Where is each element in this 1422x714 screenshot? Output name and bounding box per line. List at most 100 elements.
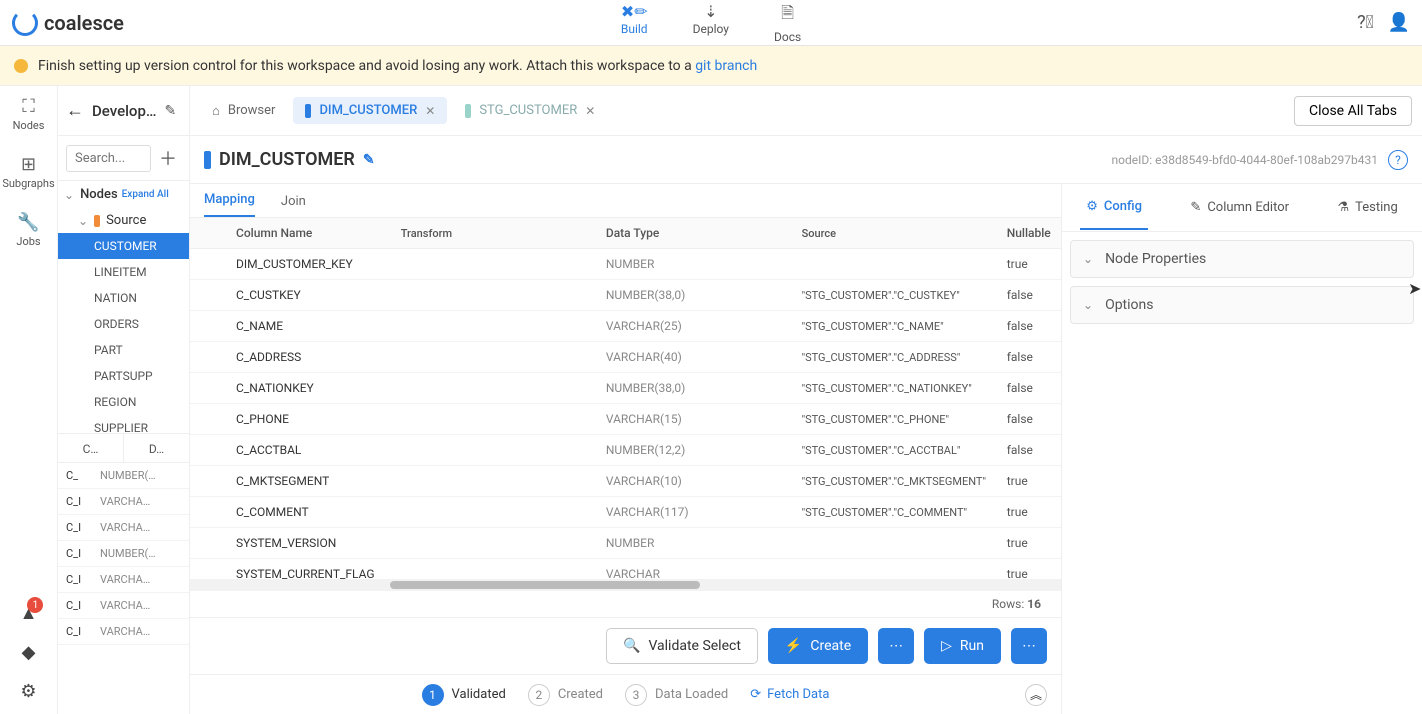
wrench-icon: ✖✏: [621, 2, 648, 21]
tree-leaf[interactable]: NATION: [58, 285, 189, 311]
column-list-item[interactable]: C_NUMBER(…: [58, 463, 189, 489]
tab-browser[interactable]: ⌂ Browser: [200, 97, 287, 125]
table-row[interactable]: SYSTEM_CURRENT_FLAGVARCHARtrue: [190, 559, 1061, 580]
column-list-item[interactable]: C_IVARCHA…: [58, 619, 189, 645]
header-data-type[interactable]: Data Type: [596, 218, 792, 249]
user-icon[interactable]: 👤: [1388, 12, 1410, 33]
close-tab-icon[interactable]: ✕: [425, 104, 435, 118]
deploy-icon: ⇣: [704, 2, 717, 21]
tab-dim-customer[interactable]: DIM_CUSTOMER ✕: [293, 97, 447, 124]
table-row[interactable]: C_CUSTKEYNUMBER(38,0)"STG_CUSTOMER"."C_C…: [190, 280, 1061, 311]
docs-icon: 🗎: [781, 2, 794, 29]
git-icon[interactable]: ◆: [22, 642, 36, 663]
tab-join[interactable]: Join: [281, 194, 306, 217]
horizontal-scrollbar[interactable]: [190, 579, 1061, 591]
logo-swirl-icon: [12, 10, 38, 36]
rtab-config[interactable]: ⚙ Config: [1080, 185, 1148, 230]
column-list-item[interactable]: C_IVARCHA…: [58, 515, 189, 541]
table-row[interactable]: C_NAMEVARCHAR(25)"STG_CUSTOMER"."C_NAME"…: [190, 311, 1061, 342]
git-branch-link[interactable]: git branch: [695, 58, 757, 74]
back-button[interactable]: ←: [66, 100, 84, 121]
nav-deploy[interactable]: ⇣ Deploy: [693, 2, 729, 44]
table-row[interactable]: DIM_CUSTOMER_KEYNUMBERtrue: [190, 249, 1061, 280]
tree-leaf[interactable]: SUPPLIER: [58, 415, 189, 433]
table-row[interactable]: C_COMMENTVARCHAR(117)"STG_CUSTOMER"."C_C…: [190, 497, 1061, 528]
minitab-d[interactable]: D…: [124, 434, 189, 462]
version-control-banner: Finish setting up version control for th…: [0, 46, 1422, 86]
run-button[interactable]: ▷ Run: [924, 628, 1001, 664]
tree-leaf[interactable]: CUSTOMER: [58, 233, 189, 259]
rtab-testing[interactable]: ⚗ Testing: [1331, 186, 1403, 229]
node-help-icon[interactable]: ?: [1388, 150, 1408, 170]
fetch-data-button[interactable]: ⟳ Fetch Data: [750, 687, 829, 702]
nodes-icon: ⛶: [22, 96, 35, 117]
node-badge-icon: [305, 104, 311, 118]
expand-all-link[interactable]: Expand All: [122, 189, 169, 200]
column-list-item[interactable]: C_IVARCHA…: [58, 593, 189, 619]
bolt-icon: ⚡: [785, 638, 802, 654]
column-list-item[interactable]: C_IVARCHA…: [58, 567, 189, 593]
table-row[interactable]: C_ACCTBALNUMBER(12,2)"STG_CUSTOMER"."C_A…: [190, 435, 1061, 466]
edit-title-icon[interactable]: ✎: [165, 103, 177, 119]
nav-docs[interactable]: 🗎 Docs: [774, 2, 801, 44]
table-row[interactable]: C_ADDRESSVARCHAR(40)"STG_CUSTOMER"."C_AD…: [190, 342, 1061, 373]
tree-root[interactable]: ⌄ Nodes Expand All: [58, 181, 189, 208]
accordion-options[interactable]: ⌄ Options: [1070, 286, 1414, 324]
step-validated: 1Validated: [422, 684, 506, 706]
tree-source[interactable]: ⌄ Source: [58, 208, 189, 233]
search-input[interactable]: [66, 145, 151, 172]
tree-leaf[interactable]: PARTSUPP: [58, 363, 189, 389]
brand-logo[interactable]: coalesce: [12, 10, 124, 36]
header-column-name[interactable]: Column Name: [190, 218, 391, 249]
table-row[interactable]: SYSTEM_VERSIONNUMBERtrue: [190, 528, 1061, 559]
search-icon: 🔍: [623, 638, 640, 654]
chevron-down-icon: ⌄: [64, 188, 74, 202]
step-data-loaded: 3Data Loaded: [625, 684, 728, 706]
alerts-icon[interactable]: ▲1: [20, 603, 38, 624]
scrollbar-thumb[interactable]: [390, 581, 700, 589]
table-row[interactable]: C_NATIONKEYNUMBER(38,0)"STG_CUSTOMER"."C…: [190, 373, 1061, 404]
tree-leaf[interactable]: ORDERS: [58, 311, 189, 337]
expand-status-button[interactable]: ︽: [1025, 684, 1047, 706]
rtab-column-editor[interactable]: ✎ Column Editor: [1184, 186, 1295, 229]
column-list-item[interactable]: C_INUMBER(…: [58, 541, 189, 567]
workspace-title: Develop…: [92, 102, 157, 120]
rail-subgraphs[interactable]: ⊞ Subgraphs: [2, 154, 54, 190]
chevron-down-icon: ⌄: [1083, 252, 1093, 266]
home-icon: ⌂: [212, 103, 220, 119]
node-id-label: nodeID: e38d8549-bfd0-4044-80ef-108ab297…: [1112, 153, 1378, 167]
pencil-icon: ✎: [1190, 200, 1201, 215]
tree-leaf[interactable]: REGION: [58, 389, 189, 415]
rows-label: Rows:: [992, 597, 1024, 611]
step-created: 2Created: [528, 684, 603, 706]
brand-name: coalesce: [44, 11, 124, 35]
source-badge-icon: [94, 215, 100, 227]
edit-node-icon[interactable]: ✎: [363, 152, 375, 168]
run-more-button[interactable]: ⋯: [1011, 628, 1047, 664]
rail-nodes[interactable]: ⛶ Nodes: [13, 96, 45, 132]
banner-text: Finish setting up version control for th…: [38, 58, 695, 74]
tree-leaf[interactable]: PART: [58, 337, 189, 363]
nav-build[interactable]: ✖✏ Build: [621, 2, 648, 44]
accordion-node-properties[interactable]: ⌄ Node Properties: [1070, 240, 1414, 278]
settings-icon[interactable]: ⚙: [20, 681, 36, 702]
add-node-button[interactable]: ＋: [155, 145, 181, 171]
tree-leaf[interactable]: LINEITEM: [58, 259, 189, 285]
header-source[interactable]: Source: [792, 218, 997, 249]
close-all-tabs-button[interactable]: Close All Tabs: [1294, 96, 1412, 126]
rail-jobs[interactable]: 🔧 Jobs: [16, 212, 40, 248]
minitab-c[interactable]: C…: [58, 434, 124, 462]
tab-mapping[interactable]: Mapping: [204, 192, 255, 217]
close-tab-icon[interactable]: ✕: [585, 104, 595, 118]
create-button[interactable]: ⚡ Create: [768, 628, 868, 664]
validate-select-button[interactable]: 🔍 Validate Select: [606, 628, 758, 664]
tab-stg-customer[interactable]: STG_CUSTOMER ✕: [453, 97, 607, 124]
jobs-icon: 🔧: [17, 212, 39, 233]
header-nullable[interactable]: Nullable: [997, 218, 1061, 249]
header-transform[interactable]: Transform: [391, 218, 596, 249]
create-more-button[interactable]: ⋯: [878, 628, 914, 664]
help-icon[interactable]: ?⃝: [1357, 12, 1374, 33]
table-row[interactable]: C_PHONEVARCHAR(15)"STG_CUSTOMER"."C_PHON…: [190, 404, 1061, 435]
table-row[interactable]: C_MKTSEGMENTVARCHAR(10)"STG_CUSTOMER"."C…: [190, 466, 1061, 497]
column-list-item[interactable]: C_IVARCHA…: [58, 489, 189, 515]
